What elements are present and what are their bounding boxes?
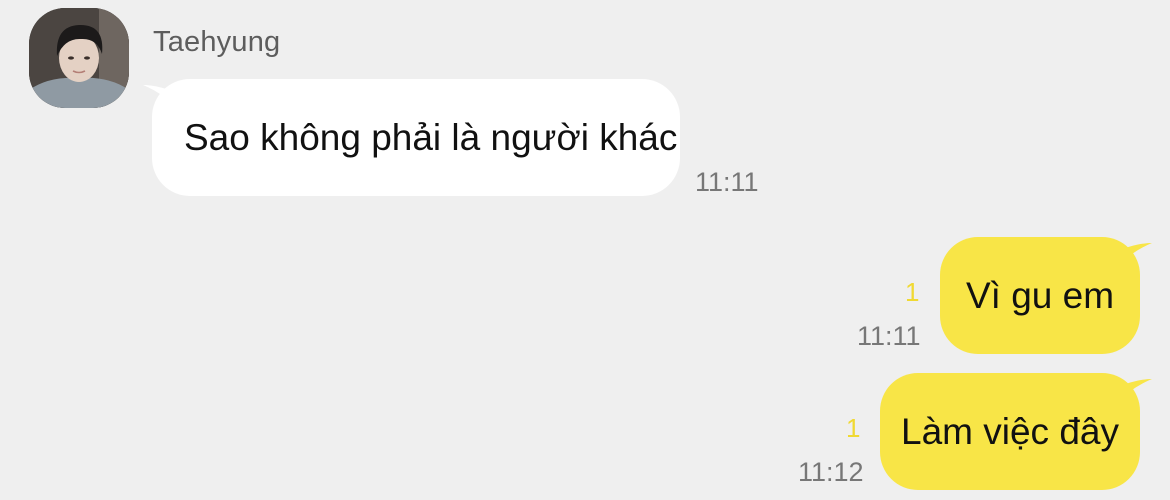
profile-photo-icon bbox=[29, 8, 129, 108]
unread-count: 1 bbox=[846, 413, 861, 443]
incoming-message-bubble[interactable]: Sao không phải là người khác bbox=[152, 79, 680, 196]
message-timestamp: 11:11 bbox=[695, 167, 759, 197]
sender-name: Taehyung bbox=[153, 26, 281, 58]
contact-avatar[interactable] bbox=[29, 8, 129, 108]
message-text: Vì gu em bbox=[965, 274, 1115, 316]
unread-count: 1 bbox=[905, 277, 920, 307]
message-text: Sao không phải là người khác bbox=[184, 116, 678, 158]
message-text: Làm việc đây bbox=[901, 410, 1119, 452]
outgoing-message-bubble[interactable]: Làm việc đây bbox=[880, 373, 1140, 490]
outgoing-message-bubble[interactable]: Vì gu em bbox=[940, 237, 1140, 354]
message-timestamp: 11:12 bbox=[798, 457, 864, 487]
message-timestamp: 11:11 bbox=[857, 321, 921, 351]
